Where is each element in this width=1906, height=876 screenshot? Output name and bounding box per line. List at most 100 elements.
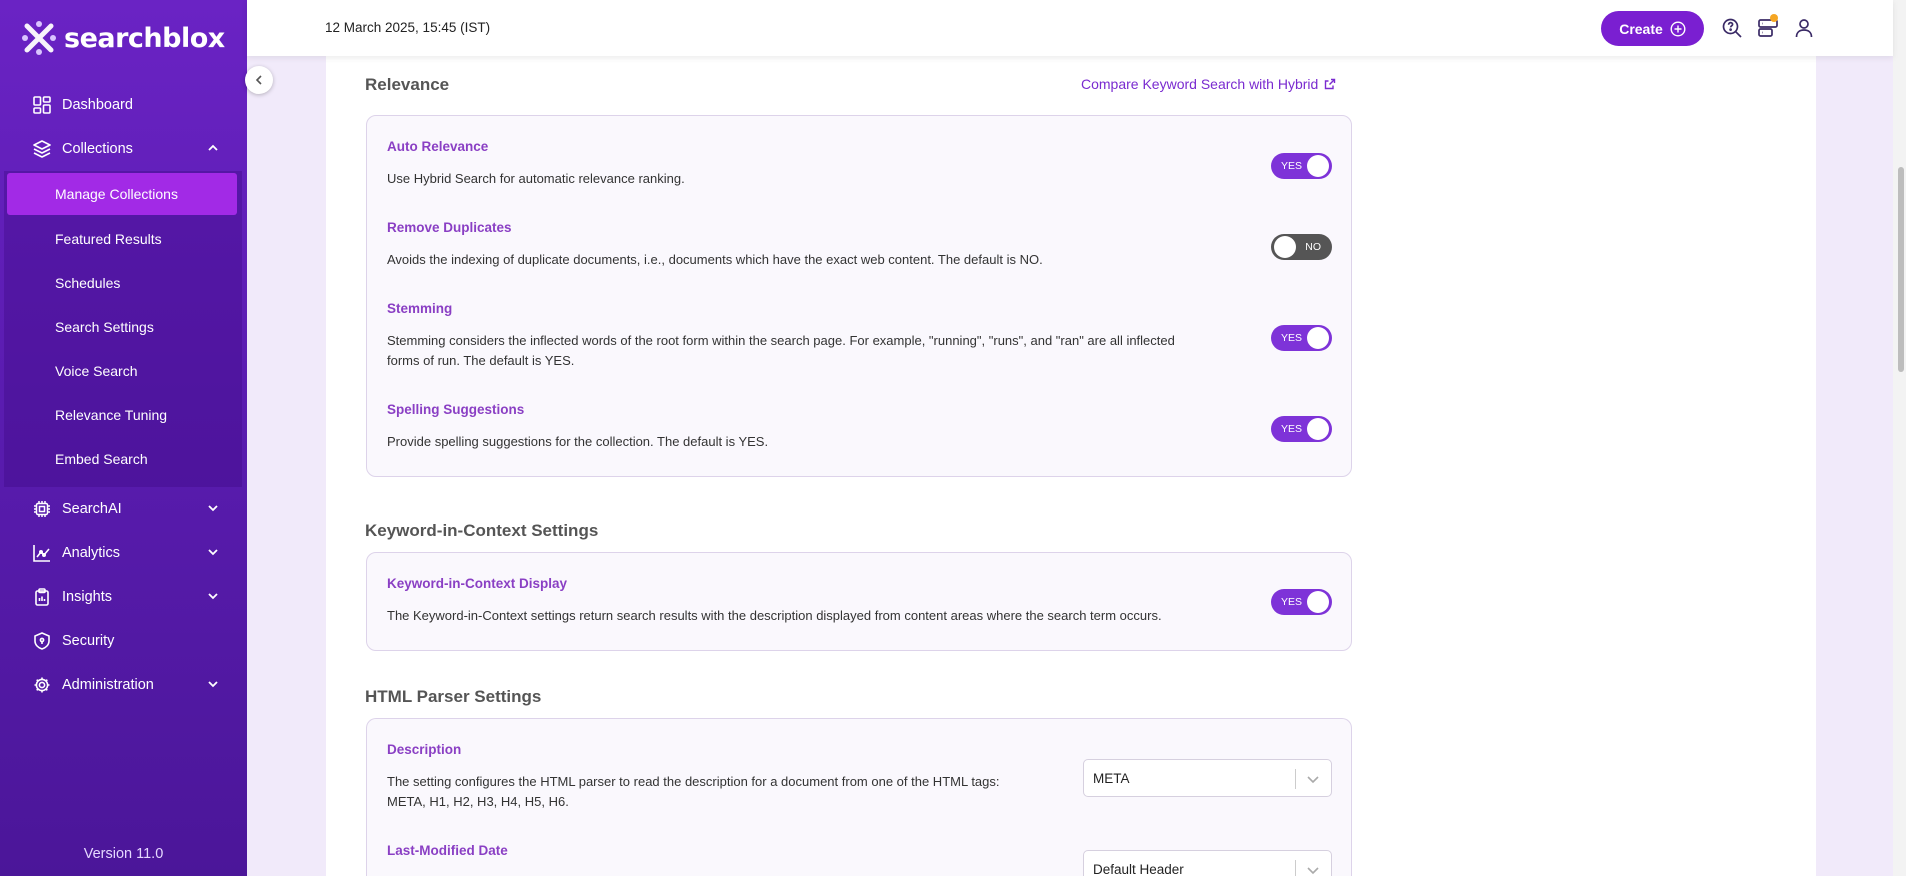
toggle-label: YES bbox=[1281, 332, 1303, 344]
user-icon[interactable] bbox=[1793, 17, 1815, 39]
clipboard-icon bbox=[32, 587, 52, 607]
top-bar: 12 March 2025, 15:45 (IST) Create bbox=[247, 0, 1893, 56]
toggle-knob bbox=[1307, 155, 1329, 177]
setting-description: Avoids the indexing of duplicate documen… bbox=[387, 252, 1043, 267]
setting-description-line-2: META, H1, H2, H3, H4, H5, H6. bbox=[387, 794, 569, 809]
gear-icon bbox=[32, 675, 52, 695]
chip-icon bbox=[32, 499, 52, 519]
setting-description-line-1: Stemming considers the inflected words o… bbox=[387, 333, 1175, 348]
create-button[interactable]: Create bbox=[1601, 11, 1704, 46]
stemming-toggle[interactable]: YES bbox=[1271, 325, 1332, 351]
auto-relevance-toggle[interactable]: YES bbox=[1271, 153, 1332, 179]
help-search-icon[interactable] bbox=[1721, 17, 1743, 39]
compare-search-link-label: Compare Keyword Search with Hybrid bbox=[1081, 76, 1319, 92]
sidebar-item-schedules[interactable]: Schedules bbox=[4, 261, 242, 305]
relevance-section-title: Relevance bbox=[365, 75, 450, 94]
toggle-label: YES bbox=[1281, 423, 1303, 435]
analytics-icon bbox=[32, 543, 52, 563]
toggle-knob bbox=[1307, 327, 1329, 349]
setting-last-modified-date: Last-Modified Date bbox=[387, 843, 508, 858]
setting-description-tag: Description The setting configures the H… bbox=[387, 742, 1000, 812]
toggle-knob bbox=[1307, 591, 1329, 613]
sidebar-item-manage-collections[interactable]: Manage Collections bbox=[7, 173, 237, 215]
sidebar-item-label: Insights bbox=[62, 589, 112, 605]
sidebar-item-collections[interactable]: Collections bbox=[0, 127, 247, 171]
setting-label: Spelling Suggestions bbox=[387, 402, 525, 417]
kwic-card: Keyword-in-Context Display The Keyword-i… bbox=[366, 552, 1352, 651]
plus-circle-icon bbox=[1670, 20, 1686, 37]
collections-subnav: Manage Collections Featured Results Sche… bbox=[4, 171, 242, 487]
select-value: META bbox=[1093, 771, 1130, 786]
setting-description-line-2: forms of run. The default is YES. bbox=[387, 353, 575, 368]
sidebar-item-relevance-tuning[interactable]: Relevance Tuning bbox=[4, 393, 242, 437]
sidebar-item-dashboard[interactable]: Dashboard bbox=[0, 83, 247, 127]
collapse-sidebar-button[interactable] bbox=[245, 66, 273, 94]
kwic-section-title: Keyword-in-Context Settings bbox=[365, 521, 599, 540]
setting-kwic-display: Keyword-in-Context Display The Keyword-i… bbox=[387, 576, 1162, 626]
sidebar-item-voice-search[interactable]: Voice Search bbox=[4, 349, 242, 393]
chevron-down-icon bbox=[1307, 776, 1319, 784]
create-button-label: Create bbox=[1619, 20, 1663, 37]
layers-icon bbox=[32, 139, 52, 159]
version-label: Version 11.0 bbox=[83, 846, 164, 862]
sidebar: searchblox Dashboard Collections Manage … bbox=[0, 0, 247, 876]
select-value: Default Header bbox=[1093, 862, 1184, 876]
setting-description: The Keyword-in-Context settings return s… bbox=[387, 608, 1162, 623]
kwic-display-toggle[interactable]: YES bbox=[1271, 589, 1332, 615]
sidebar-nav: Dashboard Collections Manage Collections… bbox=[0, 83, 247, 707]
relevance-card: Auto Relevance Use Hybrid Search for aut… bbox=[366, 115, 1352, 477]
remove-duplicates-toggle[interactable]: NO bbox=[1271, 234, 1332, 260]
chevron-down-icon bbox=[208, 505, 218, 512]
sidebar-item-label: Dashboard bbox=[62, 97, 133, 113]
setting-stemming: Stemming Stemming considers the inflecte… bbox=[387, 301, 1175, 371]
chevron-down-icon bbox=[208, 593, 218, 600]
sidebar-item-searchai[interactable]: SearchAI bbox=[0, 487, 247, 531]
sidebar-item-analytics[interactable]: Analytics bbox=[0, 531, 247, 575]
sidebar-item-administration[interactable]: Administration bbox=[0, 663, 247, 707]
shield-icon bbox=[32, 631, 52, 651]
dashboard-icon bbox=[32, 95, 52, 115]
spelling-suggestions-toggle[interactable]: YES bbox=[1271, 416, 1332, 442]
setting-auto-relevance: Auto Relevance Use Hybrid Search for aut… bbox=[387, 139, 685, 189]
external-link-icon bbox=[1325, 78, 1336, 90]
toggle-label: NO bbox=[1305, 241, 1321, 253]
chevron-down-icon bbox=[1307, 867, 1319, 875]
compare-search-link[interactable]: Compare Keyword Search with Hybrid bbox=[1081, 76, 1336, 92]
chevron-left-icon bbox=[255, 75, 262, 85]
setting-spelling-suggestions: Spelling Suggestions Provide spelling su… bbox=[387, 402, 768, 452]
setting-description: Provide spelling suggestions for the col… bbox=[387, 434, 769, 449]
sidebar-item-label: Administration bbox=[62, 677, 154, 693]
last-modified-date-select[interactable]: Default Header bbox=[1083, 850, 1332, 876]
setting-description-line-1: The setting configures the HTML parser t… bbox=[387, 774, 1000, 789]
description-tag-select[interactable]: META bbox=[1083, 759, 1332, 797]
brand-name: searchblox bbox=[64, 22, 225, 54]
setting-label: Stemming bbox=[387, 301, 453, 316]
toggle-knob bbox=[1274, 236, 1296, 258]
sidebar-item-label: Collections bbox=[62, 141, 133, 157]
chevron-down-icon bbox=[208, 549, 218, 556]
sidebar-item-embed-search[interactable]: Embed Search bbox=[4, 437, 242, 481]
setting-remove-duplicates: Remove Duplicates Avoids the indexing of… bbox=[387, 220, 1043, 270]
sidebar-item-featured-results[interactable]: Featured Results bbox=[4, 217, 242, 261]
sidebar-item-security[interactable]: Security bbox=[0, 619, 247, 663]
scrollbar-track[interactable] bbox=[1893, 0, 1906, 876]
toggle-label: YES bbox=[1281, 596, 1303, 608]
toggle-knob bbox=[1307, 418, 1329, 440]
sidebar-item-search-settings[interactable]: Search Settings bbox=[4, 305, 242, 349]
setting-label: Keyword-in-Context Display bbox=[387, 576, 568, 591]
current-datetime: 12 March 2025, 15:45 (IST) bbox=[325, 20, 491, 35]
sidebar-item-insights[interactable]: Insights bbox=[0, 575, 247, 619]
setting-label: Auto Relevance bbox=[387, 139, 489, 154]
brand-logo[interactable]: searchblox bbox=[20, 18, 225, 58]
html-parser-card: Description The setting configures the H… bbox=[366, 718, 1352, 876]
toggle-label: YES bbox=[1281, 160, 1303, 172]
notification-dot bbox=[1770, 14, 1778, 22]
scrollbar-thumb[interactable] bbox=[1898, 167, 1904, 372]
setting-label: Remove Duplicates bbox=[387, 220, 512, 235]
select-divider bbox=[1295, 860, 1296, 876]
chevron-up-icon bbox=[208, 144, 218, 151]
searchblox-logo-icon bbox=[22, 21, 56, 55]
setting-label: Description bbox=[387, 742, 462, 757]
setting-description: Use Hybrid Search for automatic relevanc… bbox=[387, 171, 685, 186]
sidebar-item-label: Security bbox=[62, 633, 115, 649]
